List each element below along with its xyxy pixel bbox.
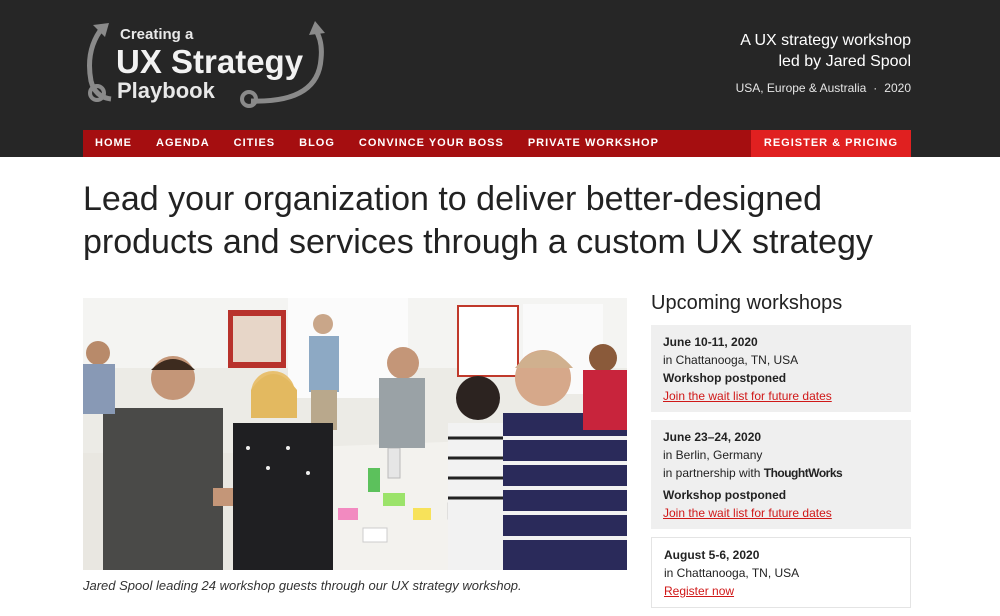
workshop-status: Workshop postponed	[663, 488, 787, 502]
register-now-link[interactable]: Register now	[664, 582, 898, 600]
tagline-line-1: A UX strategy workshop	[740, 32, 911, 49]
nav-item-agenda[interactable]: AGENDA	[144, 130, 222, 157]
workshop-status: Workshop postponed	[663, 371, 787, 385]
tagline-separator: ·	[873, 81, 878, 95]
site-header: Creating a UX Strategy Playbook A UX str…	[0, 0, 1000, 157]
main-nav: HOME AGENDA CITIES BLOG CONVINCE YOUR BO…	[83, 130, 911, 157]
workshop-photo	[83, 298, 627, 570]
tagline-line-2: led by Jared Spool	[778, 53, 911, 70]
workshop-card-chattanooga-june: June 10-11, 2020 in Chattanooga, TN, USA…	[651, 325, 911, 412]
nav-item-blog[interactable]: BLOG	[287, 130, 347, 157]
nav-item-convince-your-boss[interactable]: CONVINCE YOUR BOSS	[347, 130, 516, 157]
tagline-regions: USA, Europe & Australia	[735, 81, 867, 95]
logo[interactable]: Creating a UX Strategy Playbook	[83, 19, 333, 109]
workshop-location: in Chattanooga, TN, USA	[663, 353, 799, 367]
workshop-photo-image	[83, 298, 627, 570]
page-headline: Lead your organization to deliver better…	[83, 180, 873, 261]
tagline-meta: USA, Europe & Australia · 2020	[736, 81, 911, 95]
tagline-year: 2020	[884, 81, 911, 95]
logo-line-2: UX Strategy	[116, 43, 304, 80]
logo-line-3: Playbook	[117, 78, 215, 103]
upcoming-workshops-sidebar: Upcoming workshops June 10-11, 2020 in C…	[651, 292, 911, 616]
nav-item-cities[interactable]: CITIES	[222, 130, 287, 157]
workshop-location: in Berlin, Germany	[663, 448, 763, 462]
logo-line-1: Creating a	[120, 26, 194, 43]
workshop-location: in Chattanooga, TN, USA	[664, 566, 800, 580]
workshop-partner: in partnership with ThoughtWorks	[663, 464, 899, 482]
nav-item-home[interactable]: HOME	[83, 130, 144, 157]
wait-list-link[interactable]: Join the wait list for future dates	[663, 387, 899, 405]
wait-list-link[interactable]: Join the wait list for future dates	[663, 504, 899, 522]
photo-caption: Jared Spool leading 24 workshop guests t…	[83, 578, 522, 593]
workshop-date: June 23–24, 2020	[663, 430, 762, 444]
register-pricing-button[interactable]: REGISTER & PRICING	[750, 130, 911, 157]
tagline: A UX strategy workshop led by Jared Spoo…	[736, 30, 911, 95]
nav-item-private-workshop[interactable]: PRIVATE WORKSHOP	[516, 130, 671, 157]
partner-prefix: in partnership with	[663, 466, 761, 480]
workshop-date: August 5-6, 2020	[664, 548, 760, 562]
workshop-card-chattanooga-august: August 5-6, 2020 in Chattanooga, TN, USA…	[651, 537, 911, 608]
workshop-card-berlin: June 23–24, 2020 in Berlin, Germany in p…	[651, 420, 911, 529]
workshop-date: June 10-11, 2020	[663, 335, 758, 349]
sidebar-title: Upcoming workshops	[651, 292, 843, 314]
thoughtworks-logo: ThoughtWorks	[763, 466, 843, 480]
